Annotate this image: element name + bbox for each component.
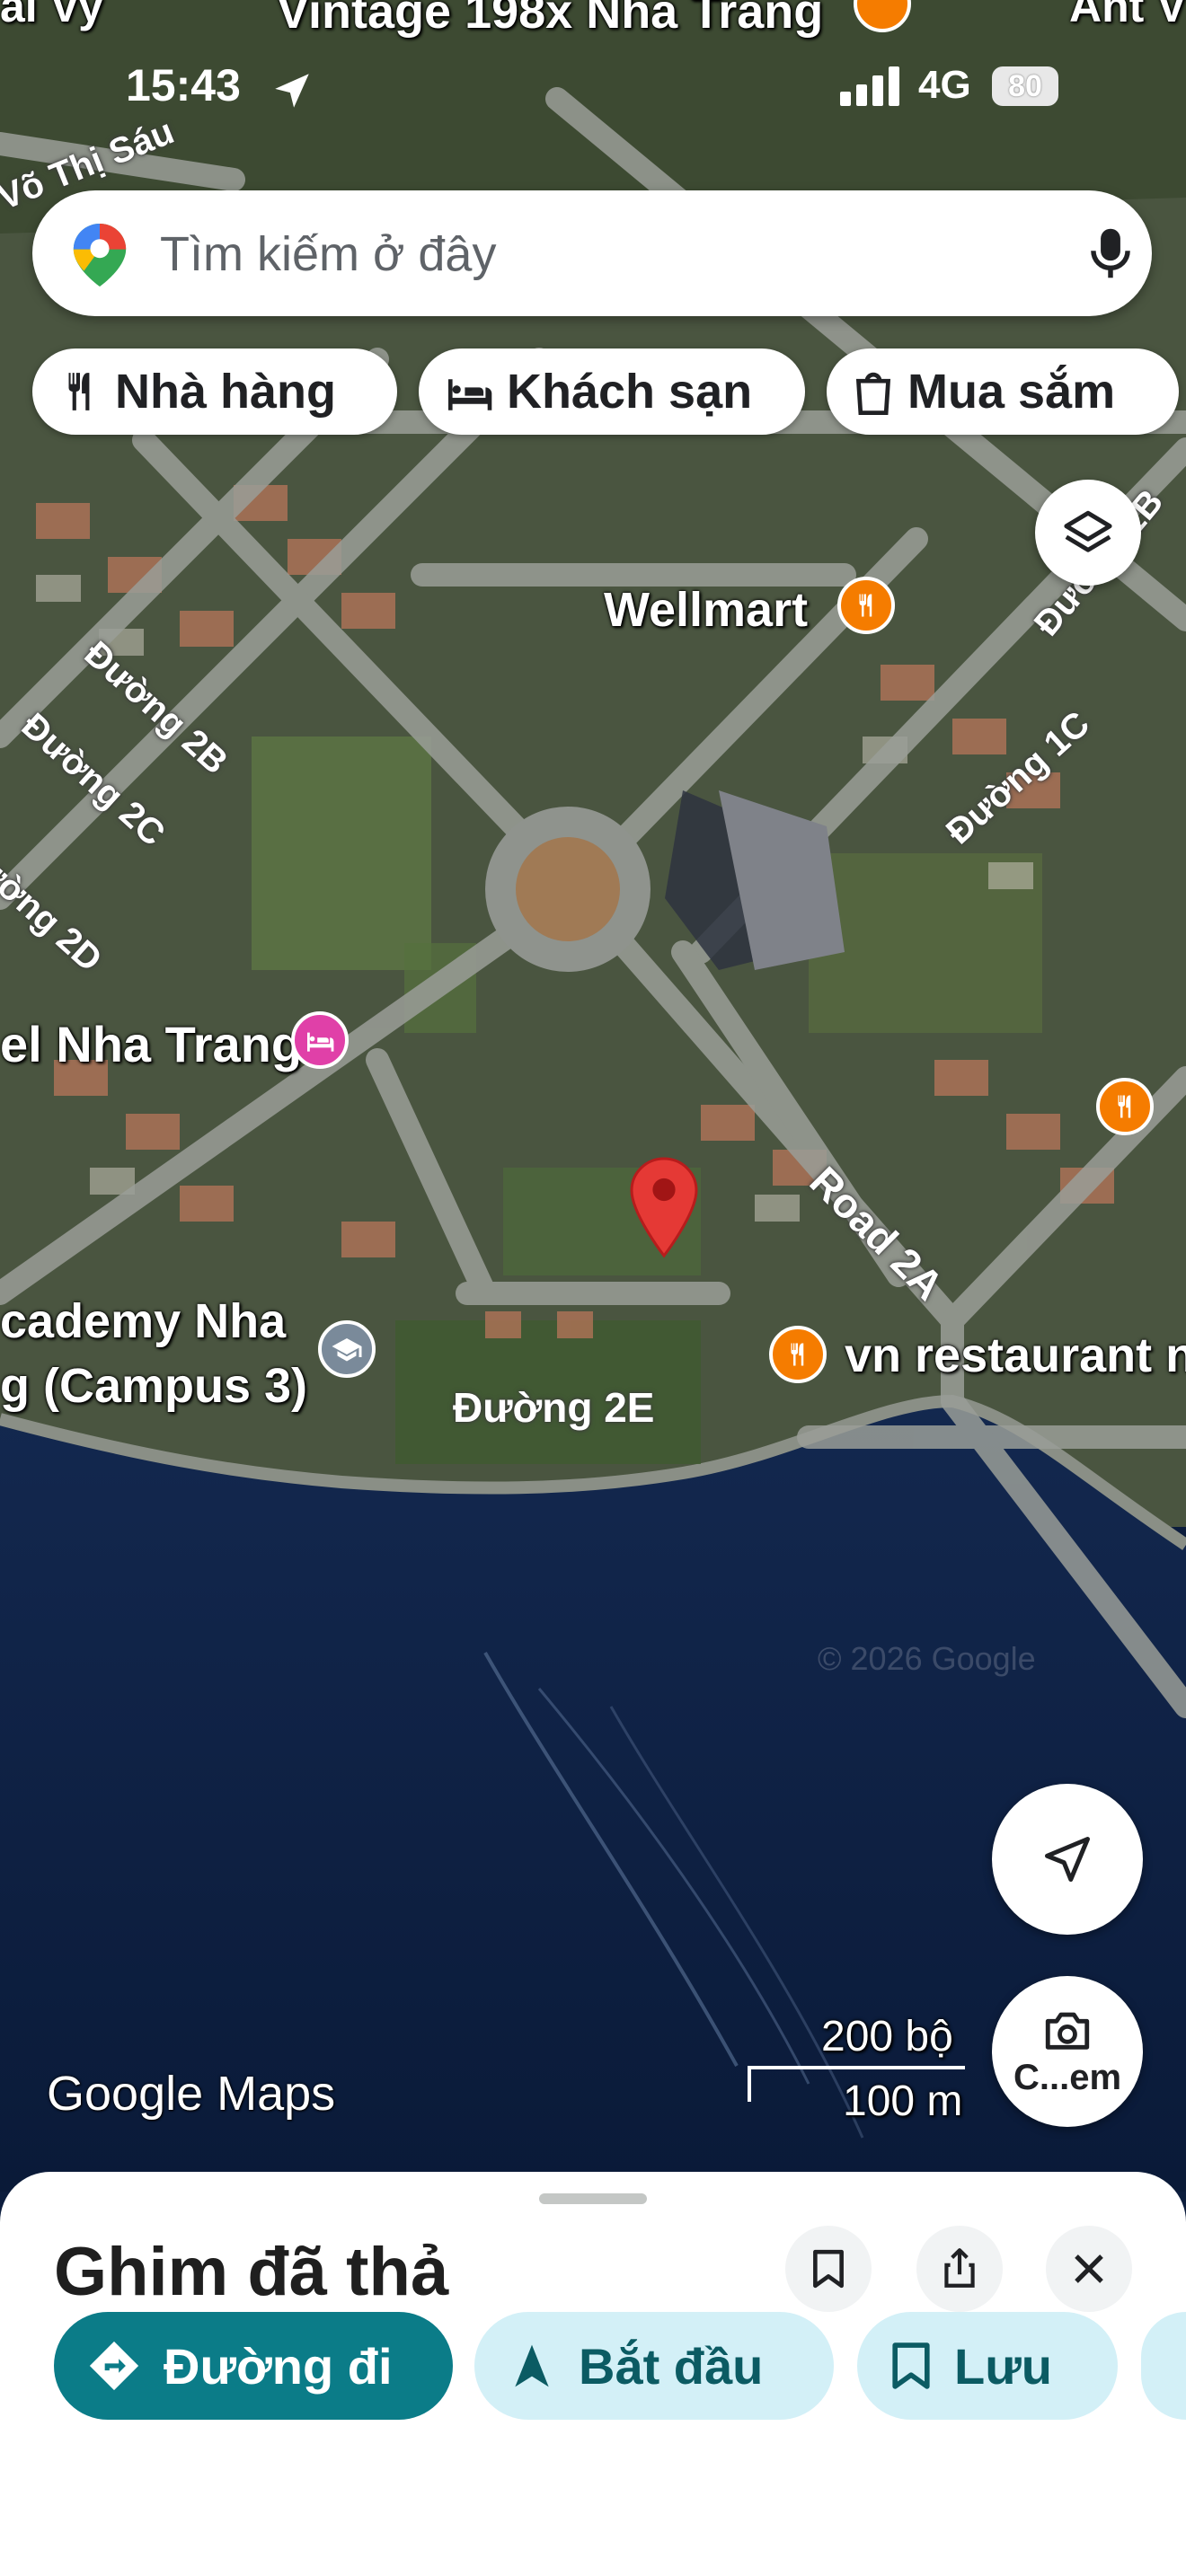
status-time: 15:43 xyxy=(126,60,241,110)
place-label-academy-line2[interactable]: g (Campus 3) xyxy=(0,1358,307,1414)
poi-pin-restaurant-right[interactable] xyxy=(1096,1078,1154,1135)
close-icon xyxy=(1075,2254,1103,2283)
network-type: 4G xyxy=(918,63,971,107)
scale-metric: 100 m xyxy=(843,2078,963,2125)
place-label-vn-restaurant[interactable]: vn restaurant n xyxy=(845,1328,1186,1383)
save-button[interactable]: Lưu xyxy=(857,2312,1118,2420)
street-label-2e: Đường 2E xyxy=(453,1384,655,1431)
poi-pin-vn-restaurant[interactable] xyxy=(769,1326,827,1383)
map-label-top-right: Ant V xyxy=(1069,0,1186,31)
restaurant-icon xyxy=(1118,1095,1131,1118)
signal-icon xyxy=(840,66,899,106)
poi-pin-hotel[interactable] xyxy=(291,1011,349,1069)
place-label-hotel[interactable]: el Nha Trang xyxy=(0,1015,302,1073)
directions-icon xyxy=(89,2341,139,2391)
save-bookmark-button[interactable] xyxy=(785,2226,872,2312)
restaurant-icon xyxy=(859,594,872,617)
scale-imperial: 200 bộ xyxy=(821,2013,953,2060)
poi-pin-wellmart[interactable] xyxy=(837,577,895,634)
restaurant-icon xyxy=(68,373,90,410)
shopping-bag-icon xyxy=(855,372,891,415)
directions-button[interactable]: Đường đi xyxy=(54,2312,453,2420)
place-label-wellmart[interactable]: Wellmart xyxy=(604,582,808,638)
chip-label: Mua sắm xyxy=(907,365,1116,419)
search-bar[interactable]: Tìm kiếm ở đây xyxy=(32,190,1152,316)
battery-indicator: 80 xyxy=(992,66,1058,106)
place-label-academy-line1[interactable]: cademy Nha xyxy=(0,1293,286,1349)
my-location-button[interactable] xyxy=(992,1784,1143,1935)
close-button[interactable] xyxy=(1046,2226,1132,2312)
layers-button[interactable] xyxy=(1035,480,1141,586)
poi-pin-academy[interactable] xyxy=(318,1320,376,1378)
search-input[interactable]: Tìm kiếm ở đây xyxy=(160,226,496,282)
chip-label: Nhà hàng xyxy=(115,365,337,419)
google-maps-logo: Google Maps xyxy=(47,2067,336,2121)
restaurant-icon xyxy=(791,1343,804,1366)
map-label-top-left: ai Vy xyxy=(0,0,103,31)
bookmark-icon xyxy=(892,2342,930,2389)
camera-search-button[interactable]: C...em xyxy=(992,1976,1143,2127)
chip-shopping[interactable]: Mua sắm xyxy=(827,348,1179,435)
navigation-arrow-icon xyxy=(1045,1837,1090,1882)
share-icon xyxy=(944,2248,975,2288)
chip-hotels[interactable]: Khách sạn xyxy=(419,348,805,435)
chip-restaurants[interactable]: Nhà hàng xyxy=(32,348,397,435)
google-maps-pin-icon xyxy=(73,224,127,287)
battery-level: 80 xyxy=(1008,68,1042,103)
school-icon xyxy=(332,1338,362,1362)
dropped-pin-icon[interactable] xyxy=(629,1155,699,1259)
start-label: Bắt đầu xyxy=(579,2337,764,2395)
chip-label: Khách sạn xyxy=(507,365,753,419)
map-copyright: © 2026 Google xyxy=(818,1640,1036,1677)
save-label: Lưu xyxy=(954,2337,1052,2395)
hotel-icon xyxy=(307,1032,334,1052)
navigation-arrow-icon xyxy=(515,2344,549,2387)
map-label-vintage[interactable]: Vintage 198x Nha Trang xyxy=(277,0,823,40)
layers-icon xyxy=(1064,510,1112,552)
share-button[interactable] xyxy=(916,2226,1003,2312)
microphone-icon[interactable] xyxy=(1091,226,1130,280)
camera-button-label: C...em xyxy=(1013,2057,1122,2097)
camera-icon xyxy=(1045,2012,1090,2050)
hotel-icon xyxy=(448,379,492,410)
start-button[interactable]: Bắt đầu xyxy=(474,2312,834,2420)
sheet-drag-handle[interactable] xyxy=(539,2193,647,2204)
directions-label: Đường đi xyxy=(164,2337,393,2395)
bookmark-icon xyxy=(813,2249,844,2289)
sheet-title: Ghim đã thả xyxy=(54,2234,449,2310)
location-arrow-icon xyxy=(275,74,309,108)
